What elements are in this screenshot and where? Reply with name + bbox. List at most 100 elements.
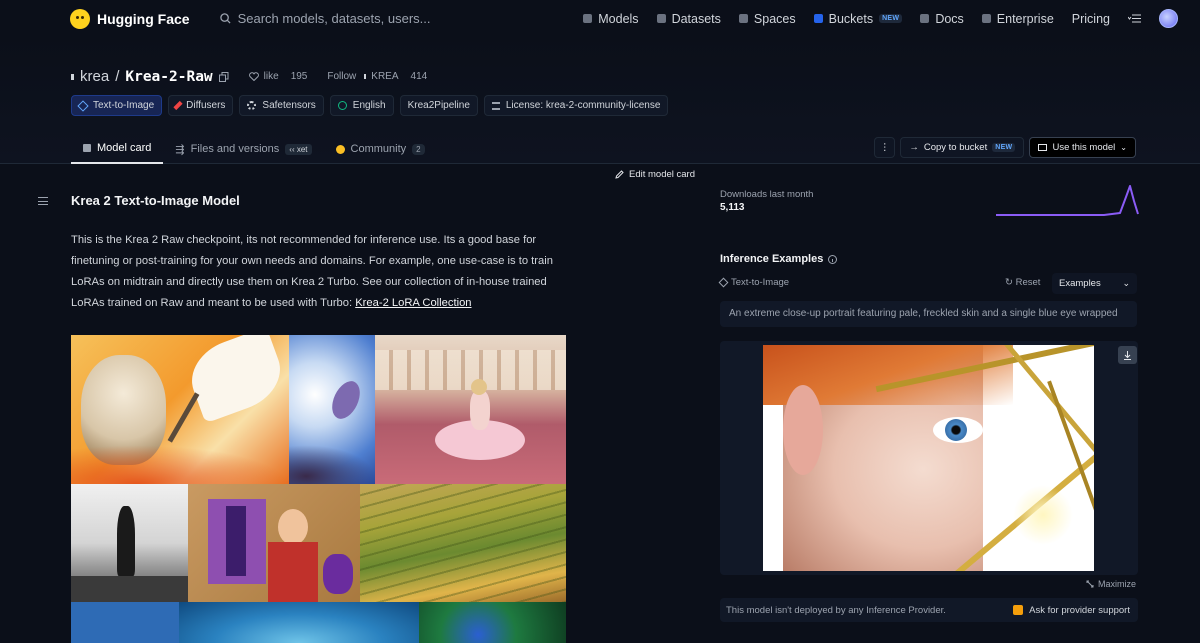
tag-label: Diffusers [186,100,226,111]
hand-icon [1013,605,1024,615]
model-card-paragraph: This is the Krea 2 Raw checkpoint, its n… [71,230,561,314]
task-text: Text-to-Image [731,277,790,288]
tab-files-label: Files and versions [190,143,280,155]
search-input[interactable]: Search models, datasets, users... [219,11,510,26]
sample-image-ballerina [375,335,566,484]
model-card-icon [83,144,91,152]
new-badge: NEW [879,14,903,23]
tag-diffusers[interactable]: Diffusers [168,95,234,116]
model-card-heading: Krea 2 Text-to-Image Model [71,193,240,208]
nav-docs[interactable]: Docs [920,12,964,26]
maximize-label: Maximize [1098,579,1137,589]
like-button[interactable]: like [248,71,279,82]
edit-model-card-button[interactable]: Edit model card [615,169,695,180]
toc-toggle-icon[interactable] [38,197,48,205]
enterprise-icon [981,14,991,23]
follow-label: Follow [327,71,357,82]
sample-image-blue [71,602,179,643]
sample-image-sky-dragon [289,335,375,484]
tag-safetensors[interactable]: Safetensors [239,95,324,116]
nav-spaces[interactable]: Spaces [738,11,796,26]
tag-label: Safetensors [262,100,316,111]
xet-badge: ‹‹ xet [285,143,312,155]
inference-examples-title: Inference Examples [720,253,838,265]
tag-english[interactable]: English [329,95,394,116]
downloads-count: 5,113 [720,202,745,213]
models-icon [583,14,593,23]
examples-dropdown[interactable]: Examples ⌄ [1052,273,1137,294]
monitor-icon [1038,144,1048,151]
download-icon[interactable] [1118,346,1137,364]
nav-buckets-label: Buckets [828,11,874,26]
reset-button[interactable]: ↻ Reset [1005,277,1040,288]
diffusers-icon [173,100,183,111]
maximize-button[interactable]: Maximize [1086,579,1136,589]
follower-count: 414 [410,71,428,82]
prompt-input[interactable]: An extreme close-up portrait featuring p… [720,301,1137,327]
info-icon[interactable] [828,254,838,264]
nav-models[interactable]: Models [583,12,639,26]
ask-provider-support-button[interactable]: Ask for provider support [1013,605,1132,616]
tag-krea2pipeline[interactable]: Krea2Pipeline [399,95,478,116]
nav-spaces-label: Spaces [753,11,796,26]
datasets-icon [656,14,666,23]
nav-datasets[interactable]: Datasets [656,12,721,26]
tab-files[interactable]: ⇶ Files and versions ‹‹ xet [163,134,323,164]
task-label: Text-to-Image [718,277,790,288]
chevron-down-icon: ⌄ [1122,278,1130,288]
notice-text: This model isn't deployed by any Inferen… [726,604,946,616]
more-options-button[interactable]: ⋮ [874,137,896,158]
brand-name: Hugging Face [97,10,190,27]
new-badge: NEW [992,143,1016,152]
hugging-face-logo-icon [70,8,90,29]
inference-result [720,341,1138,575]
search-icon [219,13,231,24]
tag-label: Text-to-Image [93,100,155,111]
use-this-model-button[interactable]: Use this model ⌄ [1029,137,1136,158]
tag-text-to-image[interactable]: Text-to-Image [71,95,163,116]
repo-name[interactable]: Krea-2-Raw [125,69,212,85]
tab-community-label: Community [350,143,407,155]
nav-enterprise[interactable]: Enterprise [981,11,1054,26]
examples-label: Examples [1059,278,1101,289]
tab-community[interactable]: Community 2 [324,134,437,164]
maximize-icon [1086,580,1094,588]
reset-label: Reset [1015,277,1041,288]
tab-model-card[interactable]: Model card [71,134,164,164]
xet-label: xet [296,144,308,154]
top-nav: Hugging Face Search models, datasets, us… [0,0,1200,37]
copy-to-bucket-label: Copy to bucket [923,142,988,153]
user-avatar[interactable] [1159,9,1178,28]
org-link[interactable]: krea [80,68,109,85]
copy-icon[interactable] [218,71,229,82]
copy-to-bucket-button[interactable]: → Copy to bucket NEW [900,137,1025,158]
search-placeholder: Search models, datasets, users... [237,11,431,26]
heart-icon [248,72,259,81]
sample-image-wizard [188,484,360,602]
lora-collection-link[interactable]: Krea-2 LoRA Collection [355,297,471,309]
follow-button[interactable]: Follow KREA [327,71,398,82]
sample-image-man-shore [71,484,188,602]
reset-icon: ↻ [1005,277,1016,288]
safetensors-icon [247,101,257,110]
sample-image-collage [71,335,566,643]
downloads-label: Downloads last month [720,189,814,200]
more-menu-icon[interactable] [1128,14,1141,23]
nav-pricing[interactable]: Pricing [1072,12,1110,26]
org-avatar-icon [71,73,74,80]
community-icon [335,144,345,154]
buckets-icon [813,14,823,23]
provider-notice: This model isn't deployed by any Inferen… [720,598,1138,622]
files-icon: ⇶ [175,143,185,156]
globe-icon [337,101,347,110]
brand-logo[interactable]: Hugging Face [70,8,190,29]
sample-image-underwater [179,602,419,643]
follow-org: KREA [371,71,399,82]
tag-label: License: krea-2-community-license [505,100,661,111]
nav-enterprise-label: Enterprise [996,11,1054,26]
use-this-model-label: Use this model [1052,142,1116,153]
nav-pricing-label: Pricing [1071,11,1110,26]
repo-header: krea / Krea-2-Raw like 195 Follow KREA 4… [0,37,1200,164]
nav-buckets[interactable]: Buckets NEW [813,11,903,26]
tag-license[interactable]: License: krea-2-community-license [483,95,669,116]
